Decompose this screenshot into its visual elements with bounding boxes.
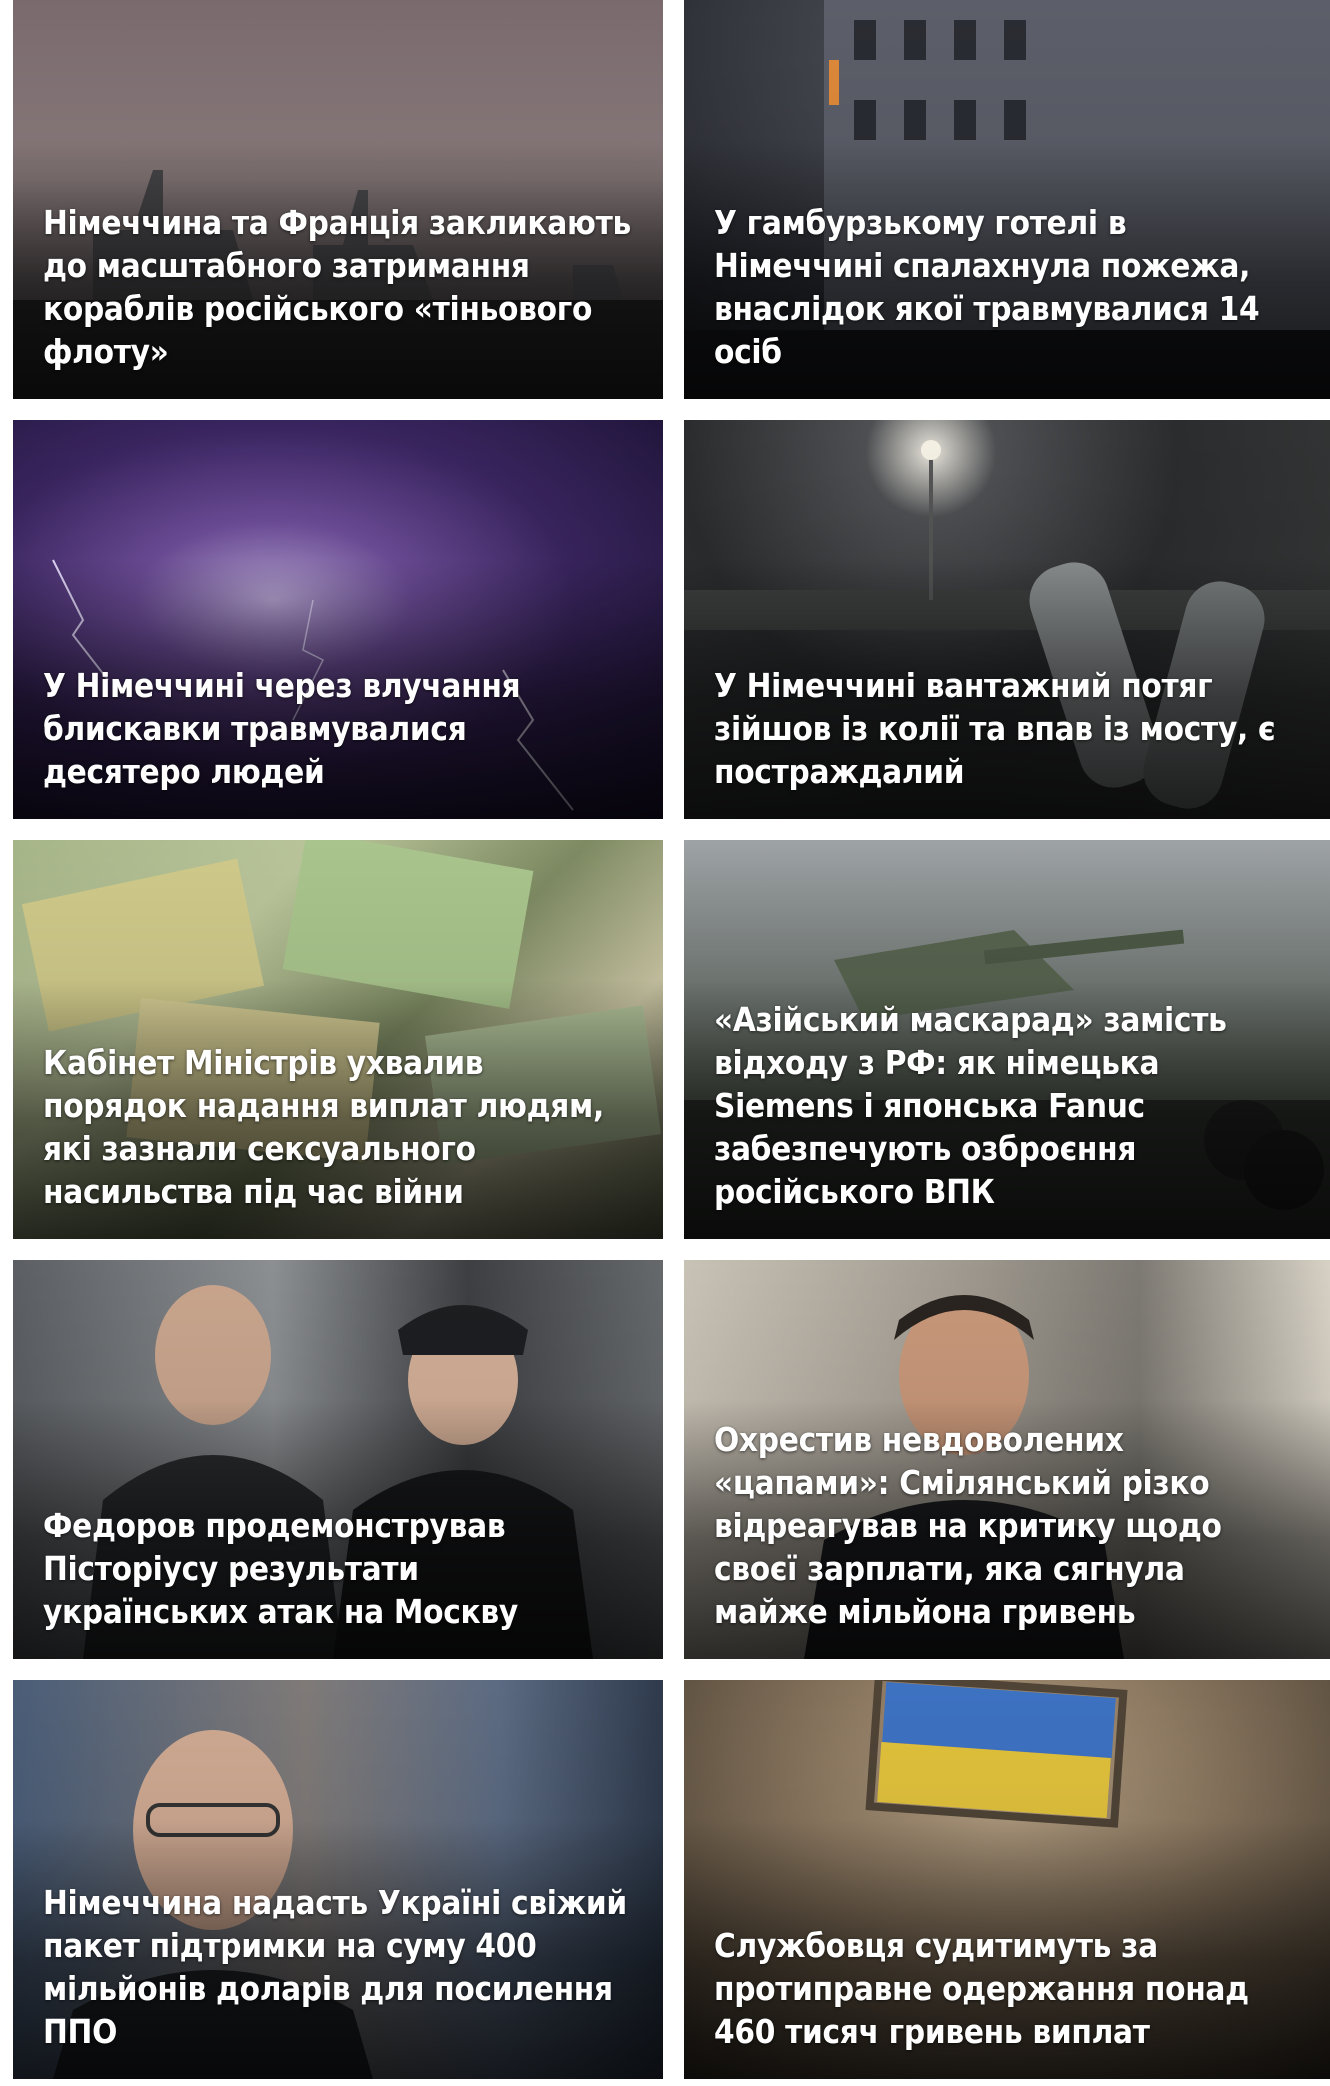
news-card-title: Службовця судитимуть за протиправне одер… [714,1926,1249,2051]
news-card-title: Німеччина надасть Україні свіжий пакет п… [43,1883,627,2051]
news-card-title: Німеччина та Франція закликають до масшт… [43,203,631,371]
news-card-cabinet-payments[interactable]: Кабінет Міністрів ухвалив порядок наданн… [13,840,663,1239]
news-card-title: Охрестив невдоволених «цапами»: Смілянсь… [714,1420,1222,1631]
news-card-title: У гамбурзькому готелі в Німеччині спалах… [714,203,1260,371]
news-card-title: Кабінет Міністрів ухвалив порядок наданн… [43,1043,604,1211]
news-grid: Німеччина та Франція закликають до масшт… [13,0,1330,2079]
news-card-hamburg-hotel-fire[interactable]: У гамбурзькому готелі в Німеччині спалах… [684,0,1330,399]
news-card-lightning-strike[interactable]: У Німеччині через влучання блискавки тра… [13,420,663,819]
news-card-official-payments-trial[interactable]: Службовця судитимуть за протиправне одер… [684,1680,1330,2079]
news-card-shadow-fleet[interactable]: Німеччина та Франція закликають до масшт… [13,0,663,399]
news-card-title: Федоров продемонстрував Пісторіусу резул… [43,1506,518,1631]
news-card-fedorov-pistorius[interactable]: Федоров продемонстрував Пісторіусу резул… [13,1260,663,1659]
news-card-freight-train-derailed[interactable]: У Німеччині вантажний потяг зійшов із ко… [684,420,1330,819]
news-card-germany-air-defense[interactable]: Німеччина надасть Україні свіжий пакет п… [13,1680,663,2079]
news-card-title: У Німеччині через влучання блискавки тра… [43,666,521,791]
news-card-siemens-fanuc[interactable]: «Азійський маскарад» замість відходу з Р… [684,840,1330,1239]
news-card-title: «Азійський маскарад» замість відходу з Р… [714,1000,1227,1211]
news-card-smiliansky-salary[interactable]: Охрестив невдоволених «цапами»: Смілянсь… [684,1260,1330,1659]
news-card-title: У Німеччині вантажний потяг зійшов із ко… [714,666,1276,791]
